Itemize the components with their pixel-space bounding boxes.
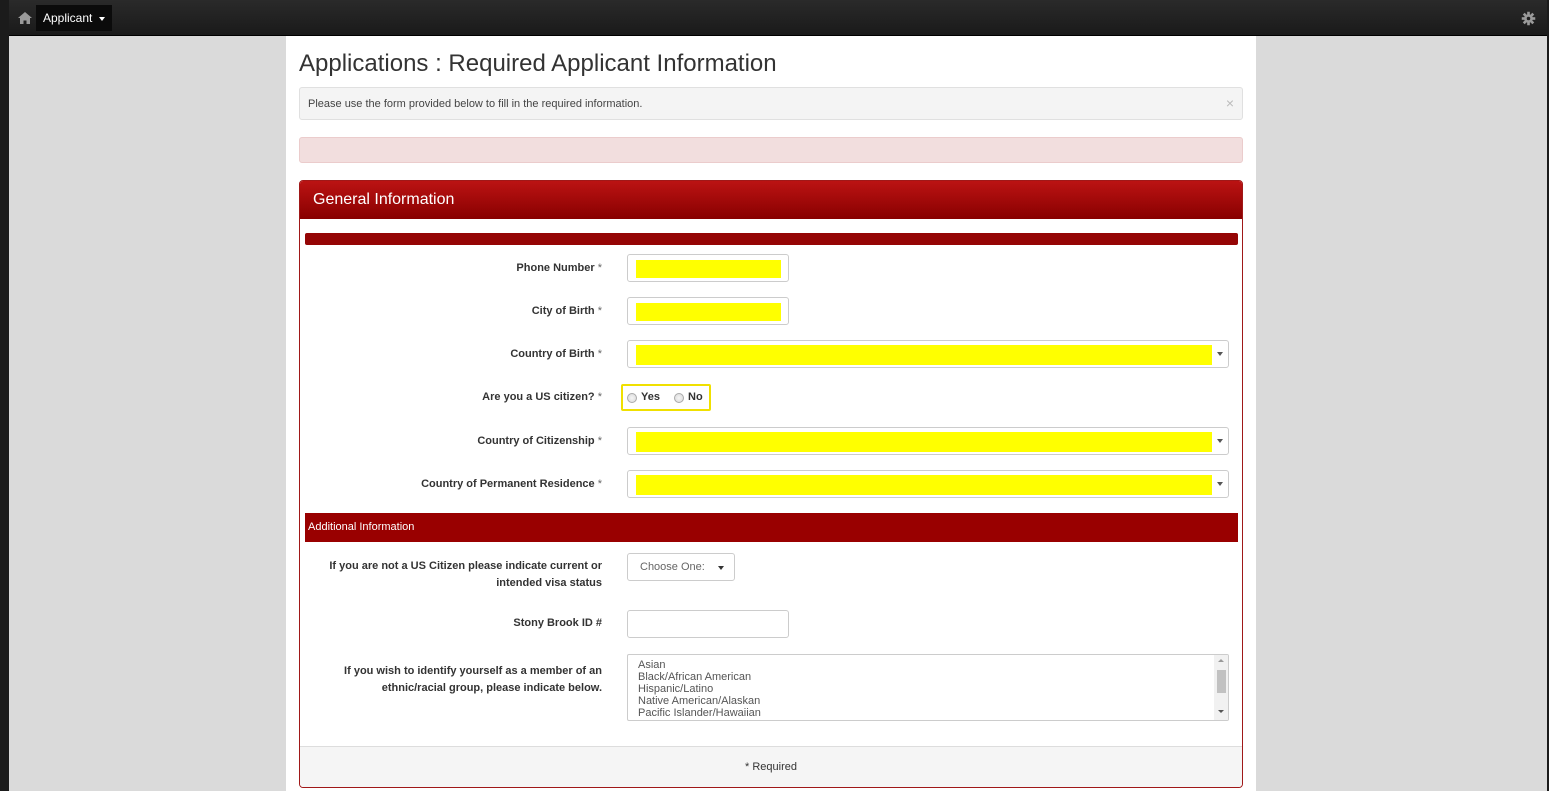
panel-heading: General Information [300, 181, 1242, 219]
visa-status-label: If you are not a US Citizen please indic… [329, 558, 602, 592]
required-mark: * [597, 305, 602, 317]
panel-heading-title: General Information [313, 191, 455, 208]
required-note: * Required [745, 761, 797, 773]
general-information-panel: General Information Phone Number * City … [299, 180, 1243, 788]
us-citizen-radio-group: Yes No [621, 384, 711, 411]
stony-brook-id-label: Stony Brook ID # [513, 617, 602, 629]
listbox-scrollbar[interactable] [1214, 655, 1228, 720]
list-item[interactable]: Asian [638, 659, 666, 671]
info-alert: Please use the form provided below to fi… [299, 87, 1243, 120]
us-citizen-yes-radio[interactable]: Yes [627, 391, 667, 405]
required-mark: * [597, 435, 602, 447]
city-of-birth-input[interactable] [627, 297, 789, 325]
highlight-marker [636, 303, 781, 321]
window-frame-left [0, 0, 9, 791]
page-background-left [9, 36, 286, 791]
visa-status-label-line1: If you are not a US Citizen please indic… [329, 560, 602, 572]
highlight-marker [636, 345, 1212, 365]
top-navbar: Applicant [0, 0, 1549, 36]
gear-icon[interactable] [1521, 11, 1536, 26]
ethnic-group-label-line1: If you wish to identify yourself as a me… [344, 665, 602, 677]
highlight-marker [636, 432, 1212, 452]
country-of-birth-select[interactable] [627, 340, 1229, 368]
additional-information-title: Additional Information [308, 521, 415, 533]
chevron-down-icon [1217, 352, 1223, 356]
page-title: Applications : Required Applicant Inform… [299, 50, 777, 77]
city-of-birth-label-text: City of Birth [531, 305, 595, 317]
country-of-birth-label-text: Country of Birth [510, 348, 595, 360]
applicant-menu-button[interactable]: Applicant [36, 5, 112, 31]
ethnic-group-label: If you wish to identify yourself as a me… [344, 663, 602, 697]
scroll-down-icon[interactable] [1218, 710, 1224, 713]
visa-status-select[interactable]: Choose One: [627, 553, 735, 581]
country-of-residence-label-text: Country of Permanent Residence [421, 478, 595, 490]
chevron-down-icon [1217, 482, 1223, 486]
list-item[interactable]: Pacific Islander/Hawaiian [638, 707, 761, 719]
visa-status-label-line2: intended visa status [496, 577, 602, 589]
list-item[interactable]: Black/African American [638, 671, 751, 683]
list-item[interactable]: Native American/Alaskan [638, 695, 760, 707]
chevron-down-icon [718, 566, 724, 570]
us-citizen-no-radio[interactable]: No [674, 391, 710, 405]
country-of-residence-select[interactable] [627, 470, 1229, 498]
additional-information-header: Additional Information [305, 513, 1238, 542]
country-of-residence-label: Country of Permanent Residence * [421, 478, 602, 490]
country-of-birth-label: Country of Birth * [510, 348, 602, 360]
stony-brook-id-input[interactable] [627, 610, 789, 638]
main-content: Applications : Required Applicant Inform… [286, 36, 1256, 791]
required-mark: * [597, 478, 602, 490]
us-citizen-label: Are you a US citizen? * [482, 391, 602, 403]
chevron-down-icon [1217, 439, 1223, 443]
us-citizen-label-text: Are you a US citizen? [482, 391, 595, 403]
radio-label-yes: Yes [641, 391, 660, 403]
list-item[interactable]: Hispanic/Latino [638, 683, 713, 695]
scrollbar-thumb[interactable] [1217, 670, 1226, 693]
visa-status-selected-value: Choose One: [640, 561, 705, 573]
close-icon[interactable]: × [1226, 95, 1234, 111]
ethnic-group-label-line2: ethnic/racial group, please indicate bel… [381, 682, 602, 694]
info-alert-text: Please use the form provided below to fi… [308, 98, 643, 110]
country-of-citizenship-label: Country of Citizenship * [477, 435, 602, 447]
phone-number-label-text: Phone Number [516, 262, 595, 274]
ethnic-group-listbox[interactable]: Asian Black/African American Hispanic/La… [627, 654, 1229, 721]
radio-button[interactable] [627, 393, 637, 403]
radio-label-no: No [688, 391, 703, 403]
highlight-marker [636, 260, 781, 278]
chevron-down-icon [98, 16, 105, 21]
section-divider-bar [305, 233, 1238, 245]
highlight-marker [636, 475, 1212, 495]
country-of-citizenship-select[interactable] [627, 427, 1229, 455]
page-background-right [1256, 36, 1547, 791]
phone-number-label: Phone Number * [516, 262, 602, 274]
required-mark: * [597, 348, 602, 360]
city-of-birth-label: City of Birth * [532, 305, 602, 317]
radio-button[interactable] [674, 393, 684, 403]
country-of-citizenship-label-text: Country of Citizenship [477, 435, 595, 447]
required-mark: * [597, 262, 602, 274]
stony-brook-id-label-text: Stony Brook ID # [513, 617, 602, 629]
panel-footer: * Required [300, 746, 1242, 787]
error-alert [299, 137, 1243, 163]
scroll-up-icon[interactable] [1218, 659, 1224, 662]
home-icon[interactable] [17, 11, 33, 25]
required-mark: * [597, 391, 602, 403]
phone-number-input[interactable] [627, 254, 789, 282]
applicant-menu-label: Applicant [43, 11, 93, 25]
